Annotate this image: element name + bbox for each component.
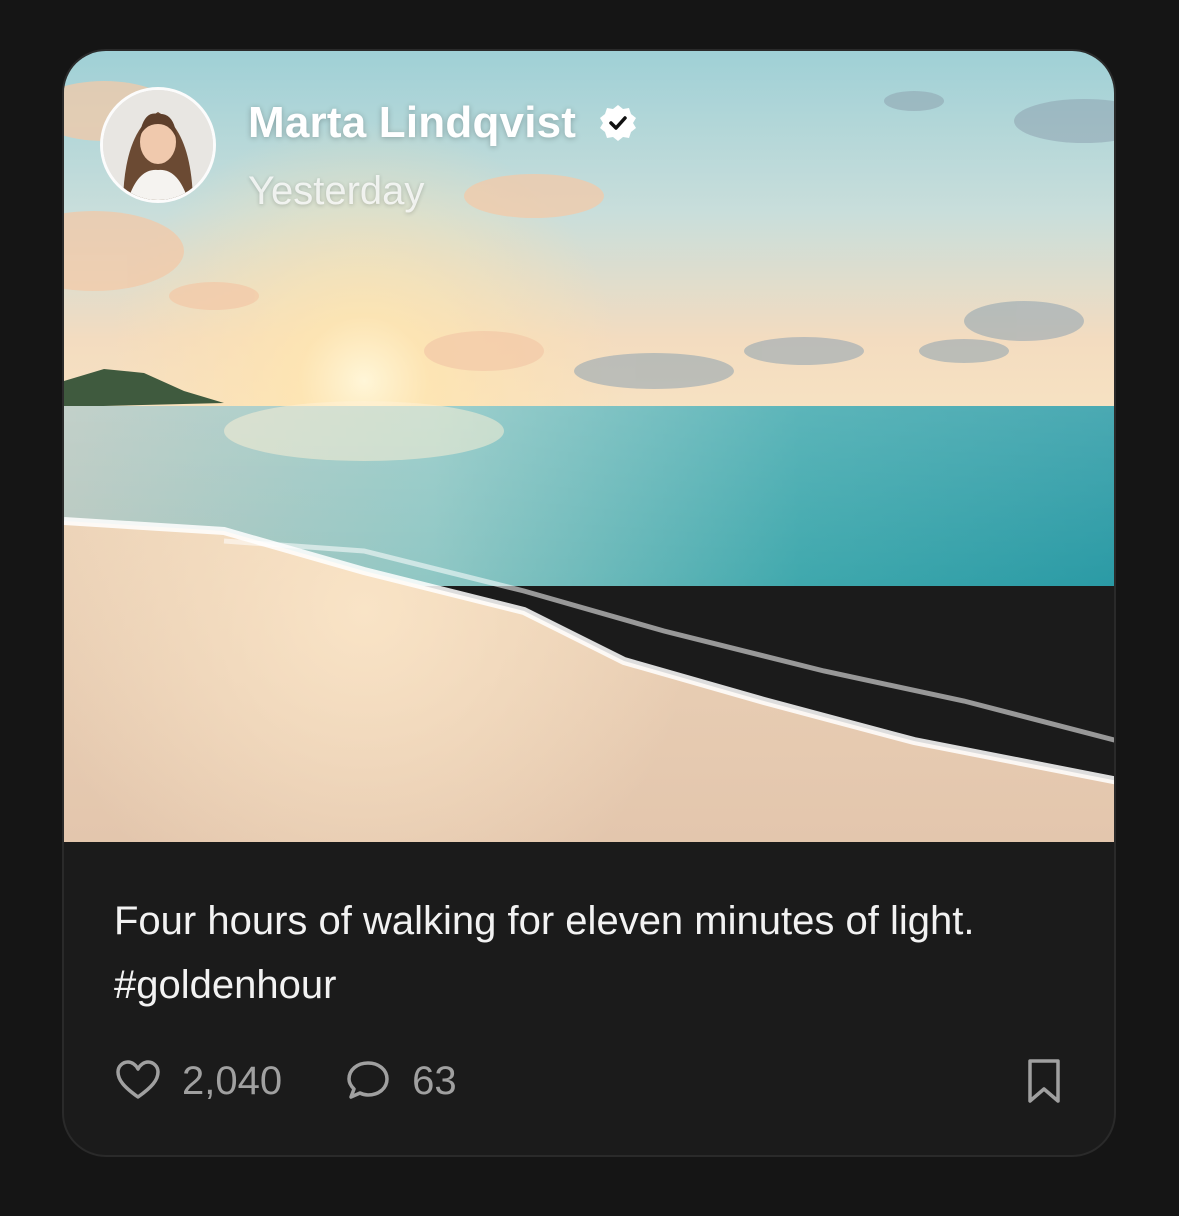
post-photo[interactable]: Marta Lindqvist Yesterday: [64, 51, 1114, 842]
post-card: Marta Lindqvist Yesterday Four hours of …: [62, 49, 1116, 1157]
comment-count: 63: [412, 1058, 457, 1103]
comment-icon: [347, 1061, 389, 1099]
avatar[interactable]: [100, 87, 216, 203]
post-actions: 2,040 63: [114, 1051, 1066, 1111]
verified-badge-icon: [600, 105, 637, 141]
comment-button[interactable]: 63: [344, 1057, 457, 1105]
heart-icon: [116, 1060, 160, 1099]
post-caption: Four hours of walking for eleven minutes…: [114, 889, 1074, 1017]
caption-text: Four hours of walking for eleven minutes…: [114, 899, 975, 943]
like-button[interactable]: 2,040: [114, 1057, 282, 1105]
author-name[interactable]: Marta Lindqvist: [248, 98, 576, 148]
caption-hashtag[interactable]: #goldenhour: [114, 953, 1074, 1017]
like-count: 2,040: [182, 1058, 283, 1103]
post-author: Marta Lindqvist Yesterday: [100, 87, 638, 214]
bookmark-icon[interactable]: [1022, 1057, 1066, 1105]
post-timestamp: Yesterday: [248, 169, 425, 213]
